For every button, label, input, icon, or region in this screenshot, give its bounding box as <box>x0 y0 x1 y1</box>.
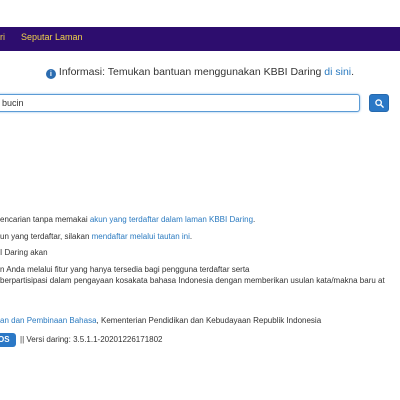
notice-line-1: encarian tanpa memakai akun yang terdaft… <box>0 215 255 224</box>
notice-line-2-text: un yang terdaftar, silakan <box>0 232 92 241</box>
info-banner: i Informasi: Temukan bantuan menggunakan … <box>0 66 400 79</box>
footer-credit: an dan Pembinaan Bahasa, Kementerian Pen… <box>0 316 321 325</box>
org-link[interactable]: an dan Pembinaan Bahasa <box>0 316 97 325</box>
version-text: || Versi daring: 3.5.1.1-20201226171802 <box>20 335 163 344</box>
notice-line-1-text: encarian tanpa memakai <box>0 215 90 224</box>
notice-line-4: n Anda melalui fitur yang hanya tersedia… <box>0 265 250 274</box>
notice-line-2-suffix: . <box>189 232 193 241</box>
notice-line-5: berpartisipasi dalam pengayaan kosakata … <box>0 276 385 285</box>
info-icon: i <box>45 69 56 79</box>
info-suffix: . <box>351 66 355 78</box>
nav-item-seputar-laman[interactable]: Seputar Laman <box>21 32 83 42</box>
os-button[interactable]: OS <box>0 333 16 347</box>
nav-item-partial[interactable]: ri <box>0 32 5 42</box>
info-text: Informasi: Temukan bantuan menggunakan K… <box>58 66 325 78</box>
search-bar: bucin <box>0 94 390 112</box>
search-button[interactable] <box>369 94 389 112</box>
search-icon <box>375 99 384 108</box>
notice-line-2: un yang terdaftar, silakan mendaftar mel… <box>0 232 192 241</box>
register-link[interactable]: mendaftar melalui tautan ini <box>92 232 190 241</box>
org-text: , Kementerian Pendidikan dan Kebudayaan … <box>96 316 322 325</box>
notice-line-1-suffix: . <box>253 215 256 224</box>
help-link[interactable]: di sini <box>324 66 351 78</box>
search-input[interactable]: bucin <box>0 94 360 112</box>
navbar: ri Seputar Laman <box>0 27 400 51</box>
notice-line-3: I Daring akan <box>0 248 48 257</box>
registered-account-link[interactable]: akun yang terdaftar dalam laman KBBI Dar… <box>90 215 253 224</box>
